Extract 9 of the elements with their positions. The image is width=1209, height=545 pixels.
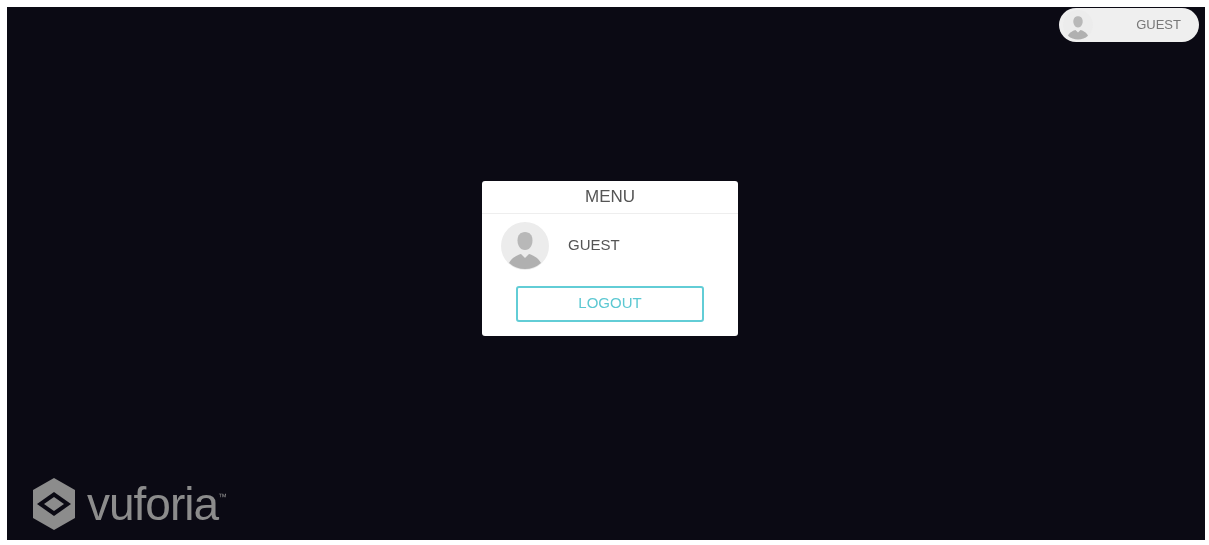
menu-title: MENU — [584, 185, 636, 208]
user-name: GUEST — [1136, 16, 1181, 35]
logout-button[interactable]: LOGOUT — [516, 285, 704, 322]
logo-wordmark: vuforia — [87, 481, 219, 527]
avatar-icon — [501, 221, 549, 270]
logo-icon — [31, 476, 77, 532]
user-name: GUEST — [568, 235, 620, 256]
user-badge[interactable]: GUEST — [1059, 8, 1199, 42]
trademark-mark: ™ — [218, 492, 228, 502]
